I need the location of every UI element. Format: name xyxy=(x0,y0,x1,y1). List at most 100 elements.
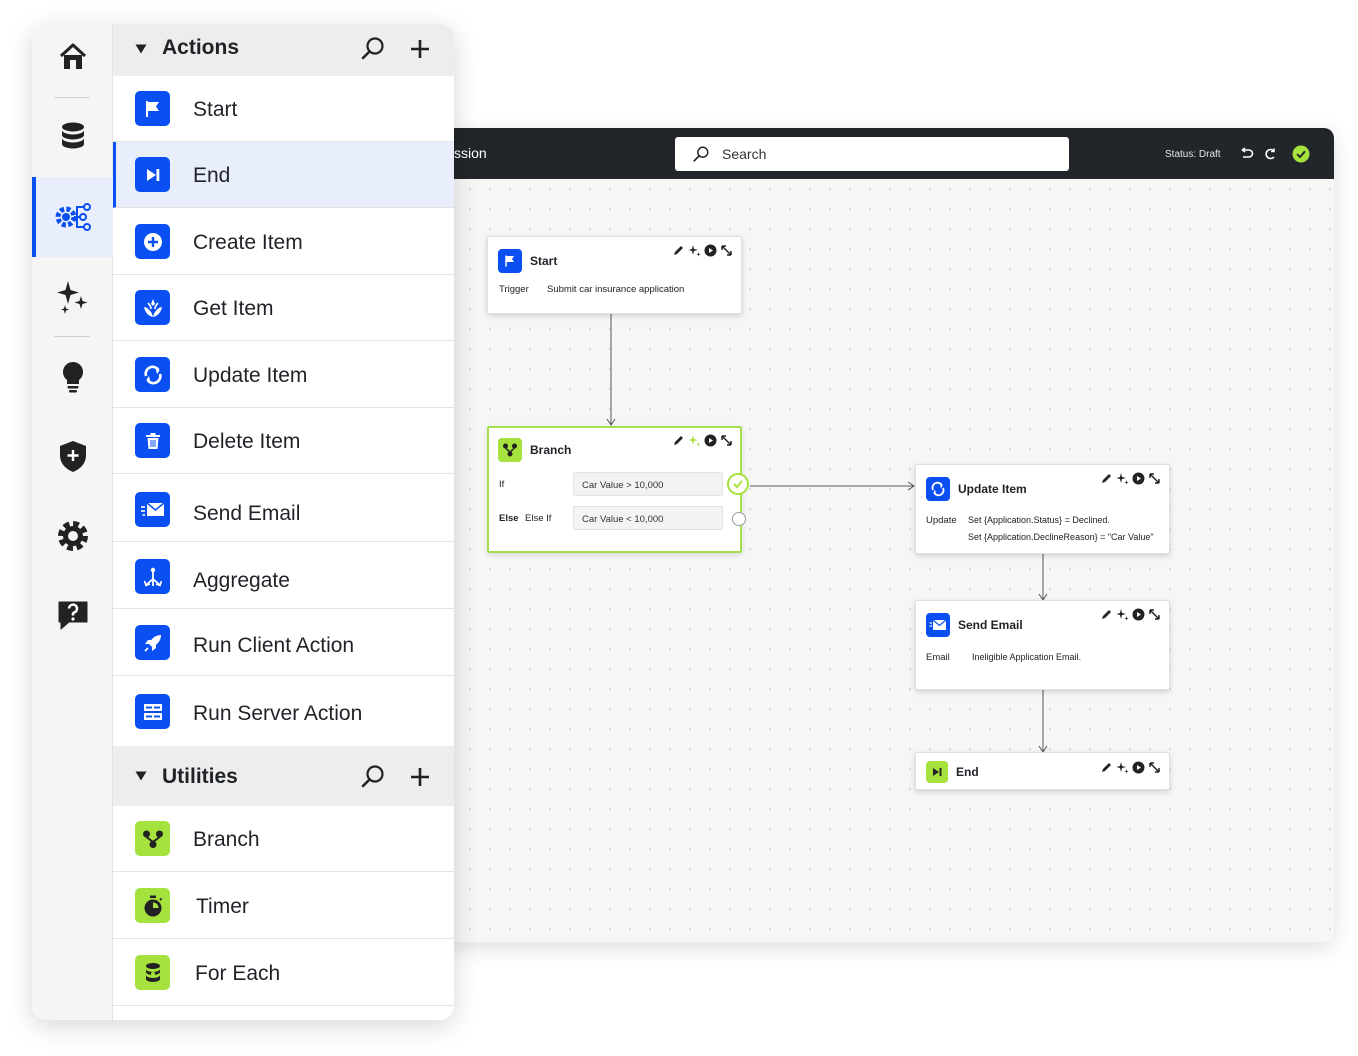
utility-branch[interactable]: Branch xyxy=(113,806,454,872)
plus-icon[interactable] xyxy=(408,765,432,789)
action-get-item[interactable]: Get Item xyxy=(113,275,454,341)
node-branch[interactable]: Branch If Car Value > 10,000 Else Else I… xyxy=(487,426,749,553)
caret-down-icon[interactable] xyxy=(135,44,147,54)
database-icon xyxy=(61,122,84,149)
action-run-client-action[interactable]: Run Client Action xyxy=(113,609,454,676)
node-title: Send Email xyxy=(958,618,1023,632)
expand-icon[interactable] xyxy=(720,244,733,257)
pencil-icon[interactable] xyxy=(1100,472,1113,485)
action-start[interactable]: Start xyxy=(113,76,454,142)
action-send-email[interactable]: Send Email xyxy=(113,475,454,542)
pencil-icon[interactable] xyxy=(672,244,685,257)
workflow-gear-icon xyxy=(55,203,91,231)
nav-ideas[interactable] xyxy=(32,337,113,417)
utility-timer[interactable]: Timer xyxy=(113,872,454,939)
nav-database[interactable] xyxy=(32,96,113,176)
skip-end-icon xyxy=(135,157,170,192)
shield-plus-icon xyxy=(59,441,86,472)
flag-icon xyxy=(135,91,170,126)
branch-elseif-label: Else If xyxy=(525,513,552,524)
branch-if-condition[interactable]: Car Value > 10,000 xyxy=(573,472,723,496)
section-title: Actions xyxy=(162,36,240,59)
node-toolbar xyxy=(1100,608,1161,621)
action-label: Start xyxy=(193,98,238,121)
search-icon[interactable] xyxy=(360,36,386,62)
branch-if-port[interactable] xyxy=(727,473,749,495)
nav-help[interactable] xyxy=(32,575,113,655)
utility-label: For Each xyxy=(195,962,281,985)
node-send-email[interactable]: Send Email Email Ineligible Application … xyxy=(915,600,1170,690)
node-field-label: Email xyxy=(926,652,950,663)
action-label: End xyxy=(193,164,231,187)
node-title: Branch xyxy=(530,443,572,457)
play-icon[interactable] xyxy=(1132,761,1145,774)
sparkle-icon[interactable] xyxy=(688,244,701,257)
workflow-canvas-window: ssion Status: Draft Start xyxy=(440,128,1334,942)
action-label: Create Item xyxy=(193,231,303,254)
pencil-icon[interactable] xyxy=(1100,608,1113,621)
sparkle-icon[interactable] xyxy=(1116,761,1129,774)
actions-section-header[interactable]: Actions xyxy=(113,24,454,76)
node-title: Update Item xyxy=(958,482,1027,496)
expand-icon[interactable] xyxy=(1148,761,1161,774)
play-icon[interactable] xyxy=(704,434,717,447)
nav-ai[interactable] xyxy=(32,257,113,337)
branch-icon xyxy=(498,438,522,462)
caret-down-icon[interactable] xyxy=(135,771,147,781)
pencil-icon[interactable] xyxy=(672,434,685,447)
action-delete-item[interactable]: Delete Item xyxy=(113,408,454,474)
refresh-icon xyxy=(135,357,170,392)
sparkle-icon[interactable] xyxy=(1116,472,1129,485)
play-icon[interactable] xyxy=(704,244,717,257)
nav-home[interactable] xyxy=(32,24,113,97)
action-update-item[interactable]: Update Item xyxy=(113,342,454,408)
update-line-1: Set {Application.Status} = Declined. xyxy=(968,515,1110,525)
action-run-server-action[interactable]: Run Server Action xyxy=(113,676,454,746)
utility-for-each[interactable]: For Each xyxy=(113,939,454,1006)
stack-icon xyxy=(135,955,170,990)
plus-icon[interactable] xyxy=(408,37,432,61)
node-end[interactable]: End xyxy=(915,752,1170,790)
sparkle-icon[interactable] xyxy=(688,434,701,447)
play-icon[interactable] xyxy=(1132,472,1145,485)
server-icon xyxy=(135,694,170,729)
skip-end-icon xyxy=(926,761,948,783)
help-icon xyxy=(58,601,87,630)
branch-elseif-port[interactable] xyxy=(732,512,746,526)
search-icon[interactable] xyxy=(360,764,386,790)
lightbulb-icon xyxy=(62,362,83,393)
play-icon[interactable] xyxy=(1132,608,1145,621)
expand-icon[interactable] xyxy=(1148,472,1161,485)
node-field-value: Ineligible Application Email. xyxy=(972,652,1082,662)
expand-icon[interactable] xyxy=(1148,608,1161,621)
refresh-icon xyxy=(926,477,950,501)
nav-security[interactable] xyxy=(32,416,113,496)
node-toolbar xyxy=(1100,761,1161,774)
toolbox-panel: Actions Start End Create Item Get Item U… xyxy=(32,24,454,1020)
node-toolbar xyxy=(672,434,733,447)
action-label: Aggregate xyxy=(193,569,290,592)
rocket-icon xyxy=(135,625,170,660)
node-update-item[interactable]: Update Item Update Set {Application.Stat… xyxy=(915,464,1170,554)
email-icon xyxy=(135,492,170,527)
aggregate-icon xyxy=(135,559,170,594)
trash-icon xyxy=(135,423,170,458)
node-start[interactable]: Start Trigger Submit car insurance appli… xyxy=(487,236,742,314)
pencil-icon[interactable] xyxy=(1100,761,1113,774)
action-aggregate[interactable]: Aggregate xyxy=(113,542,454,609)
hand-icon xyxy=(135,290,170,325)
nav-workflows[interactable] xyxy=(32,177,113,257)
sparkle-icon[interactable] xyxy=(1116,608,1129,621)
branch-elseif-condition[interactable]: Car Value < 10,000 xyxy=(573,506,723,530)
plus-circle-icon xyxy=(135,224,170,259)
action-end[interactable]: End xyxy=(113,142,454,208)
utility-label: Timer xyxy=(196,895,249,918)
nav-rail xyxy=(32,24,113,1020)
sparkles-icon xyxy=(56,281,87,314)
action-create-item[interactable]: Create Item xyxy=(113,209,454,275)
node-toolbar xyxy=(672,244,733,257)
nav-settings[interactable] xyxy=(32,496,113,576)
expand-icon[interactable] xyxy=(720,434,733,447)
node-toolbar xyxy=(1100,472,1161,485)
utilities-section-header[interactable]: Utilities xyxy=(113,746,454,806)
